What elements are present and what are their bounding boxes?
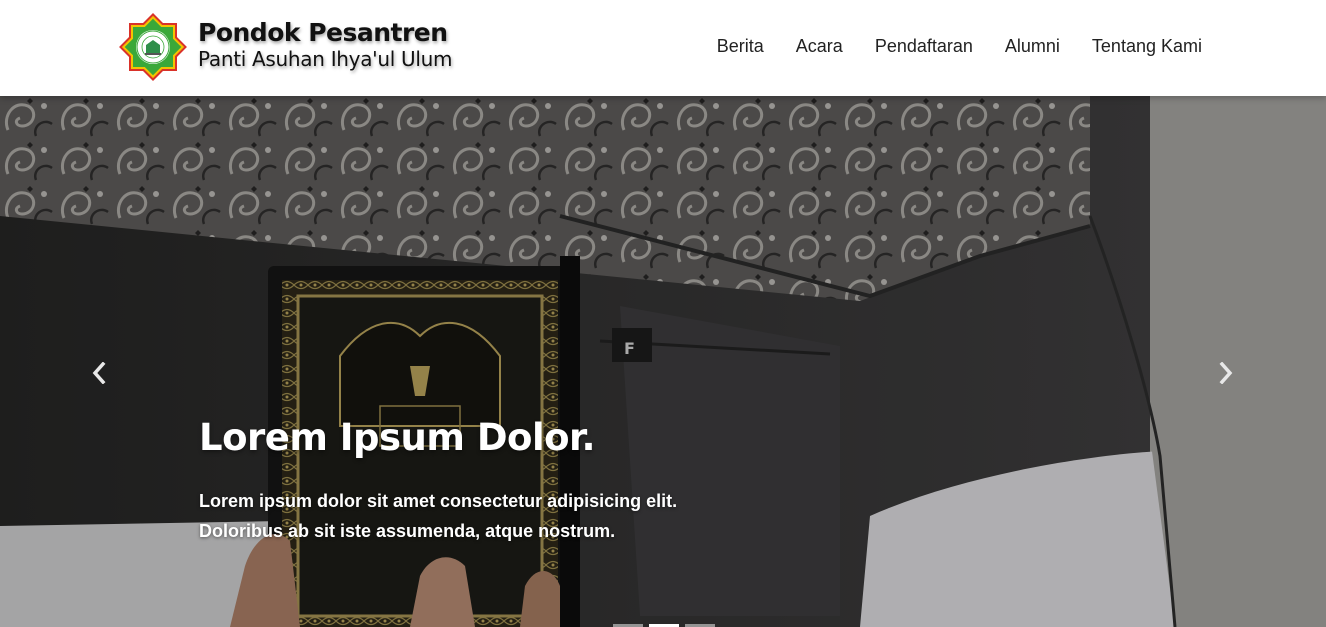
hero-overlay: [0, 96, 1326, 627]
nav-item-tentang-kami[interactable]: Tentang Kami: [1092, 36, 1202, 57]
slide-heading: Lorem Ipsum Dolor.: [199, 416, 596, 459]
slide-caption: Lorem Ipsum Dolor. Lorem ipsum dolor sit…: [199, 414, 759, 546]
nav-item-berita[interactable]: Berita: [717, 36, 764, 57]
carousel-next-button[interactable]: [1214, 358, 1238, 388]
brand-title: Pondok Pesantren: [198, 18, 448, 47]
brand-text: Pondok Pesantren Panti Asuhan Ihya'ul Ul…: [198, 18, 453, 72]
brand[interactable]: Pondok Pesantren Panti Asuhan Ihya'ul Ul…: [118, 12, 453, 82]
nav-item-alumni[interactable]: Alumni: [1005, 36, 1060, 57]
star-seal-logo-icon: [119, 13, 187, 81]
nav-item-acara[interactable]: Acara: [796, 36, 843, 57]
hero-carousel: F Lorem Ipsum Dolor. Lorem ipsum dolor s…: [0, 96, 1326, 627]
chevron-left-icon: [92, 362, 106, 384]
nav-item-pendaftaran[interactable]: Pendaftaran: [875, 36, 973, 57]
slide-text-line-2: Doloribus ab sit iste assumenda, atque n…: [199, 521, 616, 541]
chevron-right-icon: [1219, 362, 1233, 384]
slide-text: Lorem ipsum dolor sit amet consectetur a…: [199, 486, 759, 546]
top-navbar: Pondok Pesantren Panti Asuhan Ihya'ul Ul…: [0, 0, 1326, 96]
carousel-prev-button[interactable]: [87, 358, 111, 388]
main-nav: Berita Acara Pendaftaran Alumni Tentang …: [685, 36, 1202, 57]
brand-subtitle: Panti Asuhan Ihya'ul Ulum: [198, 47, 453, 71]
slide-text-line-1: Lorem ipsum dolor sit amet consectetur a…: [199, 491, 678, 511]
